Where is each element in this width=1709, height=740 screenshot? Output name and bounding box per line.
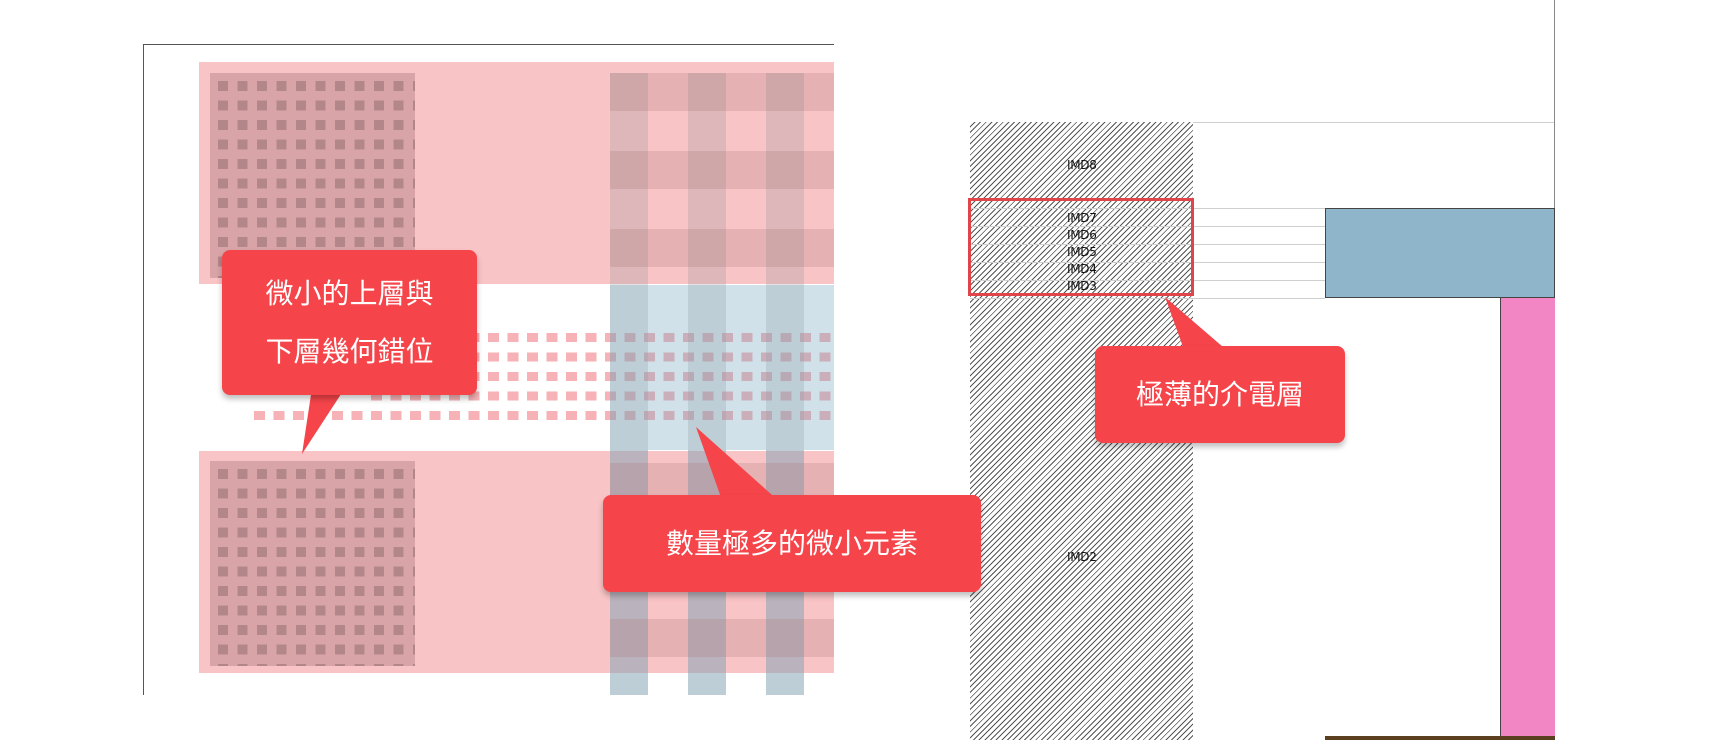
many-elements-callout-text: 數量極多的微小元素 xyxy=(665,526,918,560)
layer-line xyxy=(970,298,1325,299)
thin-dielectric-callout-text: 極薄的介電層 xyxy=(1135,377,1304,411)
upper-pad-grid xyxy=(210,73,415,278)
many-elements-callout: 數量極多的微小元素 xyxy=(603,495,981,592)
layer-label-imd2: IMD2 xyxy=(1067,550,1097,564)
horizontal-strip-1 xyxy=(610,73,834,111)
horizontal-strip-5 xyxy=(610,619,834,657)
misalign-callout-line1: 微小的上層與 xyxy=(265,276,434,310)
upper-pad-array xyxy=(210,73,415,278)
lower-pad-grid xyxy=(210,461,415,666)
thin-dielectric-callout-tail xyxy=(1165,297,1223,347)
lower-pad-array xyxy=(210,461,415,666)
many-elements-callout-tail xyxy=(696,427,781,503)
misalign-callout-tail xyxy=(302,388,345,454)
misalign-callout-line2: 下層幾何錯位 xyxy=(265,334,434,368)
thin-dielectric-callout: 極薄的介電層 xyxy=(1095,346,1345,443)
vertical-metal-block xyxy=(1500,298,1555,740)
bottom-metal-edge xyxy=(1325,736,1555,740)
upper-metal-block xyxy=(1325,208,1555,298)
horizontal-strip-3 xyxy=(610,229,834,267)
thin-dielectric-highlight xyxy=(968,198,1194,296)
misalign-callout: 微小的上層與 下層幾何錯位 xyxy=(222,250,477,395)
layer-label-imd8: IMD8 xyxy=(1067,158,1097,172)
horizontal-strip-2 xyxy=(610,151,834,189)
